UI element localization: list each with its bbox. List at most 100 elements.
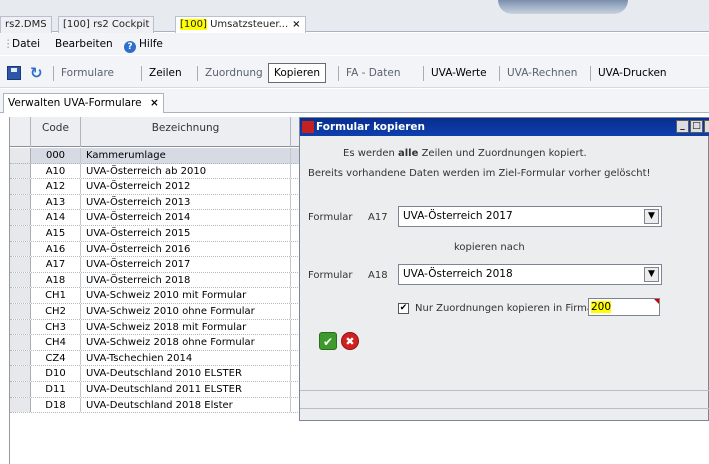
tab-label: rs2 Cockpit bbox=[89, 19, 150, 30]
toolbar-separator bbox=[499, 66, 500, 81]
column-header-bezeichnung[interactable]: Bezeichnung bbox=[81, 117, 291, 147]
cell-bezeichnung: UVA-Tschechien 2014 bbox=[81, 350, 291, 366]
toolbar-uva-werte-button[interactable]: UVA-Werte bbox=[426, 63, 492, 83]
row-indicator[interactable] bbox=[10, 366, 31, 381]
formular-source-select[interactable]: UVA-Österreich 2017 ▼ bbox=[398, 206, 662, 227]
minimize-icon[interactable]: _ bbox=[676, 120, 689, 133]
cell-bezeichnung: UVA-Österreich 2012 bbox=[81, 179, 291, 194]
cell-code: CH2 bbox=[31, 304, 81, 319]
cell-bezeichnung: UVA-Deutschland 2010 ELSTER bbox=[81, 366, 291, 381]
cell-code: CH3 bbox=[31, 319, 81, 335]
toolbar-formulare-button[interactable]: Formulare bbox=[56, 63, 119, 83]
nur-zuordnungen-label: Nur Zuordnungen kopieren in Firma bbox=[415, 303, 594, 314]
cell-code: CH1 bbox=[31, 288, 81, 303]
cell-bezeichnung: UVA-Deutschland 2011 ELSTER bbox=[81, 382, 291, 397]
menu-hilfe[interactable]: ? Hilfe bbox=[124, 33, 163, 55]
save-icon[interactable] bbox=[7, 66, 21, 80]
cell-bezeichnung: UVA-Österreich 2015 bbox=[81, 226, 291, 241]
decorative-header-wave bbox=[498, 0, 628, 14]
toolbar-fa-daten-button[interactable]: FA - Daten bbox=[341, 63, 405, 83]
chevron-down-icon[interactable]: ▼ bbox=[644, 209, 659, 224]
toolbar-zeilen-button[interactable]: Zeilen bbox=[144, 63, 187, 83]
row-indicator[interactable] bbox=[10, 304, 31, 319]
tab-verwalten-uva-formulare[interactable]: Verwalten UVA-Formulare × bbox=[3, 93, 164, 113]
firma-value: 200 bbox=[591, 301, 612, 313]
row-indicator[interactable] bbox=[10, 319, 31, 335]
cell-code: 000 bbox=[31, 148, 81, 163]
row-indicator[interactable] bbox=[10, 148, 31, 163]
row-indicator[interactable] bbox=[10, 241, 31, 257]
formular-source-code: A17 bbox=[368, 212, 388, 223]
tab-rs2-dms[interactable]: rs2.DMS bbox=[0, 16, 52, 33]
maximize-icon[interactable]: □ bbox=[690, 120, 703, 133]
cell-code: A16 bbox=[31, 241, 81, 257]
cell-code: A12 bbox=[31, 179, 81, 194]
toolbar-separator bbox=[53, 66, 54, 81]
toolbar-separator bbox=[423, 66, 424, 81]
row-indicator[interactable] bbox=[10, 350, 31, 366]
menu-hilfe-label: Hilfe bbox=[139, 38, 163, 50]
cell-bezeichnung: UVA-Schweiz 2010 mit Formular bbox=[81, 288, 291, 303]
formular-target-code: A18 bbox=[368, 270, 388, 281]
row-indicator[interactable] bbox=[10, 257, 31, 272]
firma-input[interactable]: 200 bbox=[588, 298, 660, 316]
row-indicator[interactable] bbox=[10, 335, 31, 350]
tab-umsatzsteuer[interactable]: [100] Umsatzsteuer... × bbox=[175, 16, 306, 33]
toolbar-separator bbox=[197, 66, 198, 81]
menu-bar: ⋮ Datei Bearbeiten ? Hilfe bbox=[0, 33, 709, 55]
cell-bezeichnung: UVA-Schweiz 2018 mit Formular bbox=[81, 319, 291, 335]
close-subtab-icon[interactable]: × bbox=[150, 97, 159, 109]
cell-bezeichnung: UVA-Schweiz 2018 ohne Formular bbox=[81, 335, 291, 350]
cell-code: D11 bbox=[31, 382, 81, 397]
row-indicator[interactable] bbox=[10, 194, 31, 210]
cell-bezeichnung: UVA-Schweiz 2010 ohne Formular bbox=[81, 304, 291, 319]
menu-bearbeiten[interactable]: Bearbeiten bbox=[55, 33, 113, 55]
cell-bezeichnung: UVA-Österreich 2013 bbox=[81, 194, 291, 210]
info-text-2: Bereits vorhandene Daten werden im Ziel-… bbox=[308, 168, 651, 179]
cell-bezeichnung: UVA-Österreich ab 2010 bbox=[81, 163, 291, 179]
row-indicator[interactable] bbox=[10, 226, 31, 241]
cell-bezeichnung: UVA-Österreich 2014 bbox=[81, 210, 291, 225]
chevron-down-icon[interactable]: ▼ bbox=[644, 267, 659, 282]
kopieren-nach-label: kopieren nach bbox=[454, 242, 525, 253]
menu-datei[interactable]: Datei bbox=[12, 33, 40, 55]
dialog-title-bar[interactable]: Formular kopieren _ □ bbox=[300, 118, 709, 136]
row-indicator[interactable] bbox=[10, 288, 31, 303]
row-indicator[interactable] bbox=[10, 210, 31, 225]
row-indicator[interactable] bbox=[10, 382, 31, 397]
row-indicator[interactable] bbox=[10, 272, 31, 288]
formular-target-value: UVA-Österreich 2018 bbox=[403, 268, 513, 280]
toolbar-uva-rechnen-button[interactable]: UVA-Rechnen bbox=[502, 63, 582, 83]
document-tab-bar: rs2.DMS [100] rs2 Cockpit [100] Umsatzst… bbox=[0, 0, 709, 33]
dialog-divider bbox=[300, 390, 709, 391]
cell-bezeichnung: UVA-Deutschland 2018 Elster bbox=[81, 397, 291, 413]
column-header-code[interactable]: Code bbox=[31, 117, 81, 147]
toolbar-kopieren-button[interactable]: Kopieren bbox=[268, 63, 327, 83]
dialog-divider bbox=[300, 408, 709, 409]
formular-target-label: Formular bbox=[308, 270, 353, 281]
row-indicator[interactable] bbox=[10, 179, 31, 194]
cell-code: D10 bbox=[31, 366, 81, 381]
cell-code: CZ4 bbox=[31, 350, 81, 366]
formular-source-label: Formular bbox=[308, 212, 353, 223]
ok-button[interactable]: ✔ bbox=[319, 332, 337, 350]
row-indicator[interactable] bbox=[10, 397, 31, 413]
toolbar-zuordnung-button[interactable]: Zuordnung bbox=[200, 63, 268, 83]
toolbar: ↻ Formulare Zeilen Zuordnung Kopieren FA… bbox=[0, 56, 709, 88]
row-indicator[interactable] bbox=[10, 163, 31, 179]
cell-code: A10 bbox=[31, 163, 81, 179]
formular-target-select[interactable]: UVA-Österreich 2018 ▼ bbox=[398, 264, 662, 285]
close-icon[interactable] bbox=[704, 120, 709, 133]
close-tab-icon[interactable]: × bbox=[292, 19, 300, 30]
tab-label: rs2.DMS bbox=[5, 19, 47, 30]
cell-bezeichnung: UVA-Österreich 2018 bbox=[81, 272, 291, 288]
cell-code: A18 bbox=[31, 272, 81, 288]
tab-rs2-cockpit[interactable]: [100] rs2 Cockpit bbox=[58, 16, 155, 33]
help-icon: ? bbox=[124, 41, 136, 53]
dialog-title: Formular kopieren bbox=[316, 121, 425, 133]
nur-zuordnungen-checkbox[interactable]: ✔ bbox=[398, 303, 409, 314]
refresh-icon[interactable]: ↻ bbox=[30, 63, 43, 83]
cancel-button[interactable]: ✖ bbox=[341, 332, 359, 350]
toolbar-uva-drucken-button[interactable]: UVA-Drucken bbox=[593, 63, 672, 83]
cell-code: A17 bbox=[31, 257, 81, 272]
